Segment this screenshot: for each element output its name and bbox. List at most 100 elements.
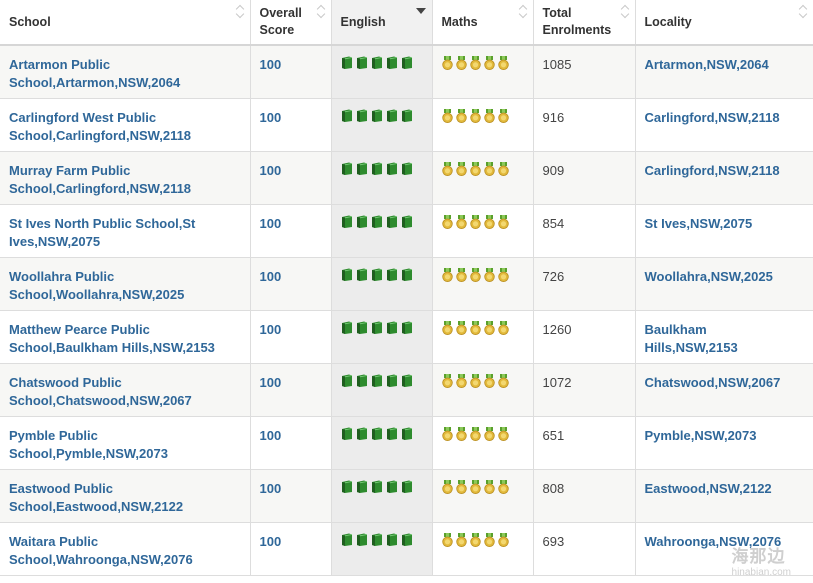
header-locality-label: Locality bbox=[644, 14, 692, 29]
cell-maths-rating bbox=[432, 151, 534, 205]
medal-icon bbox=[441, 267, 453, 285]
cell-school: Eastwood Public School,Eastwood,NSW,2122 bbox=[0, 469, 251, 523]
overall-score: 100 bbox=[259, 109, 282, 125]
school-link[interactable]: Eastwood Public School,Eastwood,NSW,2122 bbox=[9, 480, 240, 516]
book-icon bbox=[371, 109, 383, 125]
english-rating bbox=[341, 480, 422, 496]
sort-icon[interactable] bbox=[236, 3, 244, 19]
cell-school: Carlingford West Public School,Carlingfo… bbox=[0, 98, 251, 152]
medal-icon bbox=[469, 320, 481, 338]
locality-link[interactable]: Carlingford,NSW,2118 bbox=[645, 162, 804, 180]
header-english[interactable]: English bbox=[331, 0, 433, 46]
header-locality[interactable]: Locality bbox=[635, 0, 813, 46]
cell-score: 100 bbox=[250, 416, 332, 470]
locality-link[interactable]: St Ives,NSW,2075 bbox=[645, 215, 804, 233]
cell-enrolments: 693 bbox=[533, 522, 636, 576]
locality-link[interactable]: Carlingford,NSW,2118 bbox=[645, 109, 804, 127]
book-icon bbox=[401, 533, 413, 549]
english-rating bbox=[341, 215, 422, 231]
locality-link[interactable]: Chatswood,NSW,2067 bbox=[645, 374, 804, 392]
english-rating bbox=[341, 109, 422, 125]
total-enrolments: 1085 bbox=[542, 57, 572, 72]
school-link[interactable]: Artarmon Public School,Artarmon,NSW,2064 bbox=[9, 56, 240, 92]
cell-locality: Carlingford,NSW,2118 bbox=[635, 98, 813, 152]
book-icon bbox=[341, 321, 353, 337]
medal-icon bbox=[455, 214, 467, 232]
maths-rating bbox=[441, 108, 523, 126]
cell-score: 100 bbox=[250, 363, 332, 417]
medal-icon bbox=[483, 267, 495, 285]
sort-icon[interactable] bbox=[621, 3, 629, 19]
cell-score: 100 bbox=[250, 257, 332, 311]
sort-descending-icon[interactable] bbox=[415, 8, 426, 14]
school-link[interactable]: Murray Farm Public School,Carlingford,NS… bbox=[9, 162, 240, 198]
book-icon bbox=[401, 480, 413, 496]
english-rating bbox=[341, 533, 422, 549]
cell-english-rating bbox=[331, 469, 433, 523]
book-icon bbox=[386, 268, 398, 284]
medal-icon bbox=[497, 267, 509, 285]
medal-icon bbox=[455, 161, 467, 179]
cell-school: Artarmon Public School,Artarmon,NSW,2064 bbox=[0, 45, 251, 99]
table-row: Matthew Pearce Public School,Baulkham Hi… bbox=[0, 310, 813, 364]
cell-score: 100 bbox=[250, 45, 332, 99]
sort-icon[interactable] bbox=[799, 3, 807, 19]
school-link[interactable]: Carlingford West Public School,Carlingfo… bbox=[9, 109, 240, 145]
english-rating bbox=[341, 162, 422, 178]
medal-icon bbox=[497, 161, 509, 179]
school-link[interactable]: Pymble Public School,Pymble,NSW,2073 bbox=[9, 427, 240, 463]
header-maths-label: Maths bbox=[441, 14, 478, 29]
medal-icon bbox=[469, 479, 481, 497]
total-enrolments: 693 bbox=[542, 533, 565, 549]
header-score-label: Overall Score bbox=[259, 6, 302, 37]
locality-link[interactable]: Woollahra,NSW,2025 bbox=[645, 268, 804, 286]
locality-link[interactable]: Artarmon,NSW,2064 bbox=[645, 56, 804, 74]
book-icon bbox=[371, 162, 383, 178]
cell-enrolments: 726 bbox=[533, 257, 636, 311]
book-icon bbox=[386, 374, 398, 390]
header-overall-score[interactable]: Overall Score bbox=[250, 0, 332, 46]
medal-icon bbox=[441, 56, 453, 73]
school-link[interactable]: Woollahra Public School,Woollahra,NSW,20… bbox=[9, 268, 240, 304]
medal-icon bbox=[441, 161, 453, 179]
medal-icon bbox=[455, 108, 467, 126]
maths-rating bbox=[441, 426, 523, 444]
overall-score: 100 bbox=[259, 480, 282, 496]
header-school[interactable]: School bbox=[0, 0, 251, 46]
cell-school: Woollahra Public School,Woollahra,NSW,20… bbox=[0, 257, 251, 311]
cell-school: Waitara Public School,Wahroonga,NSW,2076 bbox=[0, 522, 251, 576]
medal-icon bbox=[455, 532, 467, 550]
cell-score: 100 bbox=[250, 98, 332, 152]
locality-link[interactable]: Pymble,NSW,2073 bbox=[645, 427, 804, 445]
school-link[interactable]: Waitara Public School,Wahroonga,NSW,2076 bbox=[9, 533, 240, 569]
cell-maths-rating bbox=[432, 469, 534, 523]
medal-icon bbox=[441, 108, 453, 126]
sort-icon[interactable] bbox=[317, 3, 325, 19]
school-link[interactable]: St Ives North Public School,St Ives,NSW,… bbox=[9, 215, 240, 251]
medal-icon bbox=[441, 426, 453, 444]
cell-score: 100 bbox=[250, 204, 332, 258]
table-row: Carlingford West Public School,Carlingfo… bbox=[0, 98, 813, 152]
table-row: Chatswood Public School,Chatswood,NSW,20… bbox=[0, 363, 813, 417]
locality-link[interactable]: Eastwood,NSW,2122 bbox=[645, 480, 804, 498]
table-header-row: School Overall Score English Maths Total… bbox=[0, 0, 813, 46]
header-maths[interactable]: Maths bbox=[432, 0, 534, 46]
sort-icon[interactable] bbox=[519, 3, 527, 19]
cell-locality: Pymble,NSW,2073 bbox=[635, 416, 813, 470]
cell-score: 100 bbox=[250, 310, 332, 364]
maths-rating bbox=[441, 479, 523, 497]
cell-maths-rating bbox=[432, 363, 534, 417]
medal-icon bbox=[483, 214, 495, 232]
total-enrolments: 909 bbox=[542, 162, 565, 178]
table-row: Murray Farm Public School,Carlingford,NS… bbox=[0, 151, 813, 205]
book-icon bbox=[356, 374, 368, 390]
school-link[interactable]: Matthew Pearce Public School,Baulkham Hi… bbox=[9, 321, 240, 357]
english-rating bbox=[341, 374, 422, 390]
book-icon bbox=[371, 374, 383, 390]
school-link[interactable]: Chatswood Public School,Chatswood,NSW,20… bbox=[9, 374, 240, 410]
book-icon bbox=[371, 427, 383, 443]
locality-link[interactable]: Baulkham Hills,NSW,2153 bbox=[645, 321, 804, 357]
table-row: Eastwood Public School,Eastwood,NSW,2122… bbox=[0, 469, 813, 523]
book-icon bbox=[341, 56, 353, 72]
header-total-enrolments[interactable]: Total Enrolments bbox=[533, 0, 636, 46]
